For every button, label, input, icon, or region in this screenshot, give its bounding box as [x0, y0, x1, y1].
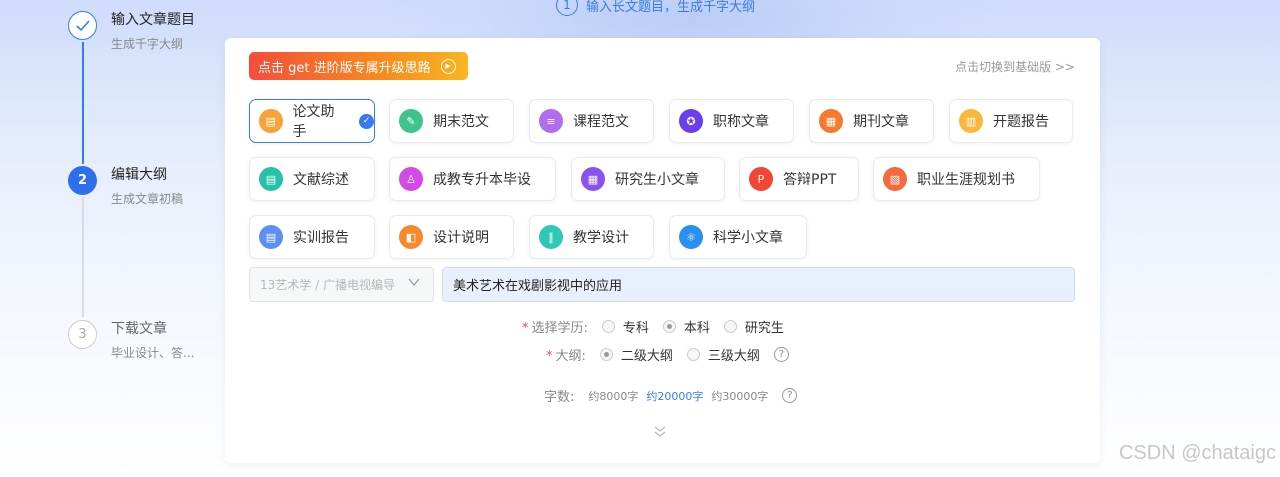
step-edit-outline[interactable]: 2 编辑大纲 生成文章初稿 — [68, 166, 183, 207]
radio-selected-icon — [662, 320, 676, 333]
expand-chevron-icon[interactable] — [653, 426, 667, 442]
article-type-label: 期刊文章 — [853, 114, 909, 130]
help-icon[interactable]: ? — [782, 388, 798, 403]
book-icon: ▤ — [259, 109, 283, 133]
education-label: * 选择学历: — [522, 321, 588, 336]
topic-input[interactable]: 美术艺术在戏剧影视中的应用 — [442, 267, 1075, 302]
article-type-label: 开题报告 — [993, 114, 1049, 130]
promo-button[interactable]: 点击 get 进阶版专属升级思路 ▶ — [249, 52, 468, 80]
article-type-chip[interactable]: ⚛ 科学小文章 — [669, 215, 807, 259]
article-type-label: 设计说明 — [433, 230, 489, 246]
outline-row: * 大纲: 二级大纲 三级大纲 ? — [546, 345, 789, 364]
outline-option-level3[interactable]: 三级大纲 — [686, 345, 760, 364]
article-type-chip[interactable]: ▤ 实训报告 — [249, 215, 375, 259]
article-type-chip[interactable]: ≡ 课程范文 — [529, 99, 654, 143]
step-subtitle: 生成文章初稿 — [111, 192, 184, 206]
wordcount-option-20000[interactable]: 约20000字 — [646, 388, 703, 404]
article-type-chip[interactable]: ▥ 开题报告 — [949, 99, 1073, 143]
major-select-value: 13艺术学 / 广播电视编导 — [260, 278, 395, 292]
step-subtitle: 毕业设计、答... — [111, 346, 195, 360]
plan-icon: ▧ — [883, 167, 907, 191]
chevron-down-icon — [407, 275, 421, 293]
wordcount-row: 字数: 约8000字 约20000字 约30000字 ? — [544, 386, 798, 405]
article-type-chip[interactable]: ✎ 期末范文 — [389, 99, 514, 143]
top-step-number: 1 — [556, 0, 578, 16]
radio-icon — [723, 320, 737, 333]
layers-icon: ≡ — [539, 109, 563, 133]
graduate-icon: ♙ — [399, 167, 423, 191]
radio-icon — [686, 348, 700, 361]
play-icon: ▶ — [440, 58, 456, 74]
article-type-label: 教学设计 — [573, 230, 629, 246]
certificate-icon: ✪ — [679, 109, 703, 133]
journal-icon: ▦ — [819, 109, 843, 133]
teaching-icon: ∥ — [539, 225, 563, 249]
step-subtitle: 生成千字大纲 — [111, 37, 184, 51]
report-icon: ▥ — [959, 109, 983, 133]
help-icon[interactable]: ? — [773, 347, 789, 362]
article-type-chip[interactable]: ∥ 教学设计 — [529, 215, 654, 259]
switch-to-basic-link[interactable]: 点击切换到基础版 >> — [955, 58, 1075, 75]
step-title: 下载文章 — [111, 321, 167, 337]
top-step-hint: 1 输入长文题目，生成千字大纲 — [556, 0, 755, 16]
step-title: 编辑大纲 — [111, 167, 167, 183]
article-type-label: 论文助手 — [292, 104, 335, 140]
step-input-title[interactable]: 输入文章题目 生成千字大纲 — [68, 11, 195, 52]
radio-icon — [601, 320, 615, 333]
selected-check-icon: ✓ — [359, 113, 375, 129]
article-type-label: 成教专升本毕设 — [433, 172, 531, 188]
education-option-benke[interactable]: 本科 — [662, 317, 710, 336]
pen-icon: ✎ — [399, 109, 423, 133]
article-type-label: 答辩PPT — [783, 172, 837, 188]
article-type-label: 科学小文章 — [713, 230, 783, 246]
step-connector-done — [82, 42, 84, 164]
watermark: CSDN @chataigc — [1118, 442, 1276, 464]
wordcount-label: 字数: — [544, 390, 575, 405]
document-icon: ▤ — [259, 167, 283, 191]
article-type-label: 职业生涯规划书 — [917, 172, 1015, 188]
outline-label: * 大纲: — [546, 349, 586, 364]
article-type-label: 文献综述 — [293, 172, 349, 188]
article-type-chip[interactable]: ♙ 成教专升本毕设 — [389, 157, 556, 201]
radio-selected-icon — [599, 348, 613, 361]
step-title: 输入文章题目 — [111, 12, 195, 28]
education-option-zhuanke[interactable]: 专科 — [601, 317, 649, 336]
article-type-chip[interactable]: ▤ 文献综述 — [249, 157, 375, 201]
check-icon — [68, 11, 97, 40]
article-type-label: 期末范文 — [433, 114, 489, 130]
article-type-label: 研究生小文章 — [615, 172, 699, 188]
atom-icon: ⚛ — [679, 225, 703, 249]
step-number: 2 — [68, 166, 97, 195]
step-connector-pending — [82, 197, 84, 317]
main-card: 点击 get 进阶版专属升级思路 ▶ 点击切换到基础版 >> ▤ 论文助手 ✓ ✎ 期末… — [225, 38, 1100, 463]
promo-label: 点击 get 进阶版专属升级思路 — [258, 60, 431, 76]
wordcount-option-30000[interactable]: 约30000字 — [711, 388, 768, 404]
ppt-icon: P — [749, 167, 773, 191]
education-row: * 选择学历: 专科 本科 研究生 — [522, 317, 784, 336]
article-type-chip[interactable]: ✪ 职称文章 — [669, 99, 794, 143]
step-number: 3 — [68, 320, 97, 349]
article-type-label: 实训报告 — [293, 230, 349, 246]
article-type-chip[interactable]: P 答辩PPT — [739, 157, 859, 201]
top-step-label: 输入长文题目，生成千字大纲 — [586, 0, 756, 15]
article-type-chip[interactable]: ▤ 论文助手 ✓ — [249, 99, 375, 143]
article-type-chip[interactable]: ▦ 研究生小文章 — [571, 157, 725, 201]
topic-input-value: 美术艺术在戏剧影视中的应用 — [453, 279, 623, 294]
article-type-chip[interactable]: ▧ 职业生涯规划书 — [873, 157, 1040, 201]
steps-sidebar: 输入文章题目 生成千字大纲 2 编辑大纲 生成文章初稿 3 下载文章 毕业设计、… — [68, 0, 228, 477]
design-icon: ◧ — [399, 225, 423, 249]
training-icon: ▤ — [259, 225, 283, 249]
article-type-chip[interactable]: ▦ 期刊文章 — [809, 99, 934, 143]
outline-option-level2[interactable]: 二级大纲 — [599, 345, 673, 364]
article-type-label: 职称文章 — [713, 114, 769, 130]
education-option-yanjiusheng[interactable]: 研究生 — [723, 317, 784, 336]
article-type-label: 课程范文 — [573, 114, 629, 130]
major-select[interactable]: 13艺术学 / 广播电视编导 — [249, 267, 434, 302]
article-type-chip[interactable]: ◧ 设计说明 — [389, 215, 514, 259]
step-download[interactable]: 3 下载文章 毕业设计、答... — [68, 320, 194, 361]
wordcount-option-8000[interactable]: 约8000字 — [588, 388, 638, 404]
notes-icon: ▦ — [581, 167, 605, 191]
